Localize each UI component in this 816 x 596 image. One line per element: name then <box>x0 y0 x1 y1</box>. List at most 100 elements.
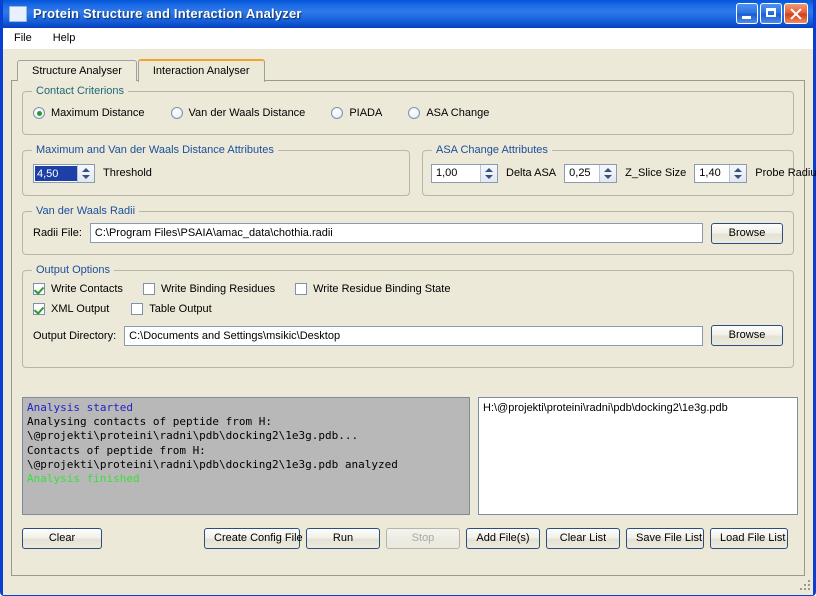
tab-structure-analyser[interactable]: Structure Analyser <box>17 60 137 81</box>
checkbox-label: XML Output <box>51 303 110 315</box>
group-title-contact-criterions: Contact Criterions <box>32 85 129 97</box>
checkbox-write-contacts[interactable]: Write Contacts <box>33 283 123 295</box>
output-options-row-2: XML Output Table Output <box>23 303 793 315</box>
radii-browse-button[interactable]: Browse <box>711 222 783 244</box>
asa-attributes-body: 1,00 Delta ASA 0,25 Z_Slice Size 1,40 Pr… <box>423 151 816 195</box>
group-van-der-waals-radii: Van der Waals Radii Radii File: C:\Progr… <box>22 205 794 255</box>
analysis-log-pane[interactable]: Analysis started Analysing contacts of p… <box>22 397 470 515</box>
maximize-button[interactable] <box>760 3 782 24</box>
menu-bar: File Help <box>3 28 813 49</box>
delta-asa-spinner[interactable]: 1,00 <box>431 163 498 183</box>
radio-piada[interactable]: PIADA <box>331 107 382 119</box>
resize-grip[interactable] <box>798 578 810 590</box>
checkmark-icon <box>142 283 155 295</box>
log-line: Contacts of peptide from H: <box>27 443 206 457</box>
checkbox-write-binding-residues[interactable]: Write Binding Residues <box>142 283 276 295</box>
radio-dot-icon <box>408 107 421 119</box>
z-slice-size-spinner[interactable]: 0,25 <box>564 163 618 183</box>
spinner-down-icon[interactable] <box>730 173 746 182</box>
spinner-down-icon[interactable] <box>481 173 497 182</box>
output-directory-browse-button[interactable]: Browse <box>711 325 783 346</box>
checkmark-icon <box>33 283 45 295</box>
probe-radius-value[interactable]: 1,40 <box>695 164 730 182</box>
checkbox-xml-output[interactable]: XML Output <box>33 303 109 315</box>
radii-file-input[interactable]: C:\Program Files\PSAIA\amac_data\chothia… <box>89 223 703 243</box>
create-config-file-button[interactable]: Create Config File <box>204 527 303 549</box>
log-line: Analysis started <box>27 401 133 414</box>
radio-dot-icon <box>331 107 344 119</box>
save-file-list-button[interactable]: Save File List <box>626 527 704 549</box>
action-button-row: Clear Create Config File Run Stop Add Fi… <box>22 527 788 549</box>
group-title-van-der-waals-radii: Van der Waals Radii <box>32 205 140 217</box>
spinner-up-icon[interactable] <box>78 165 94 174</box>
file-list-pane[interactable]: H:\@projekti\proteini\radni\pdb\docking2… <box>478 397 798 515</box>
menu-item-file[interactable]: File <box>10 30 41 46</box>
load-file-list-button[interactable]: Load File List <box>710 527 788 549</box>
radio-van-der-waals-distance[interactable]: Van der Waals Distance <box>170 107 306 119</box>
run-button[interactable]: Run <box>306 527 380 549</box>
radio-label: Maximum Distance <box>51 107 145 119</box>
checkmark-icon <box>131 303 144 315</box>
clear-button[interactable]: Clear <box>22 527 102 549</box>
tab-strip: Structure Analyser Interaction Analyser <box>11 59 805 82</box>
delta-asa-value[interactable]: 1,00 <box>432 164 480 182</box>
clear-list-button[interactable]: Clear List <box>546 527 620 549</box>
group-distance-attributes: Maximum and Van der Waals Distance Attri… <box>22 144 410 196</box>
window-controls <box>736 3 811 24</box>
log-line: \@projekti\proteini\radni\pdb\docking2\1… <box>27 457 398 471</box>
spinner-down-icon[interactable] <box>600 173 616 182</box>
delta-asa-label: Delta ASA <box>506 167 557 179</box>
client-area: Structure Analyser Interaction Analyser … <box>3 49 816 595</box>
threshold-spinner-arrows[interactable] <box>77 164 94 182</box>
threshold-spinner[interactable]: 4,50 <box>33 163 95 183</box>
threshold-value[interactable]: 4,50 <box>35 165 77 181</box>
checkmark-icon <box>295 283 308 295</box>
radii-file-row: Radii File: C:\Program Files\PSAIA\amac_… <box>23 212 793 254</box>
probe-radius-spinner-arrows[interactable] <box>729 164 747 182</box>
stop-button: Stop <box>386 527 460 549</box>
radii-file-label: Radii File: <box>33 227 82 239</box>
radio-maximum-distance[interactable]: Maximum Distance <box>33 107 145 119</box>
z-slice-size-value[interactable]: 0,25 <box>565 164 600 182</box>
close-button[interactable] <box>784 3 808 24</box>
title-bar: Protein Structure and Interaction Analyz… <box>3 0 813 28</box>
spinner-down-icon[interactable] <box>78 173 94 182</box>
checkmark-icon <box>33 303 45 315</box>
add-files-button[interactable]: Add File(s) <box>466 527 540 549</box>
checkbox-label: Write Binding Residues <box>160 283 276 295</box>
tab-interaction-analyser[interactable]: Interaction Analyser <box>137 59 265 82</box>
checkbox-label: Table Output <box>149 303 212 315</box>
attributes-row: Maximum and Van der Waals Distance Attri… <box>22 144 816 196</box>
radio-asa-change[interactable]: ASA Change <box>408 107 489 119</box>
checkbox-write-residue-binding-state[interactable]: Write Residue Binding State <box>295 283 450 295</box>
probe-radius-label: Probe Radius <box>755 167 816 179</box>
distance-attributes-body: 4,50 Threshold <box>23 151 409 195</box>
group-title-distance-attributes: Maximum and Van der Waals Distance Attri… <box>32 144 278 156</box>
group-title-asa-change-attributes: ASA Change Attributes <box>432 144 552 156</box>
spinner-up-icon[interactable] <box>481 165 497 174</box>
output-directory-label: Output Directory: <box>33 329 117 342</box>
menu-item-help[interactable]: Help <box>49 30 85 46</box>
app-window-icon <box>9 5 27 22</box>
group-title-output-options: Output Options <box>32 264 114 276</box>
spinner-up-icon[interactable] <box>600 165 616 174</box>
delta-asa-spinner-arrows[interactable] <box>480 164 497 182</box>
checkbox-table-output[interactable]: Table Output <box>131 303 212 315</box>
spinner-up-icon[interactable] <box>730 165 746 174</box>
log-line: \@projekti\proteini\radni\pdb\docking2\1… <box>27 429 359 443</box>
output-options-row-1: Write Contacts Write Binding Residues Wr… <box>23 283 793 295</box>
contact-criterion-radio-group: Maximum Distance Van der Waals Distance … <box>23 92 793 134</box>
probe-radius-spinner[interactable]: 1,40 <box>694 163 748 183</box>
minimize-button[interactable] <box>736 3 758 24</box>
window-title: Protein Structure and Interaction Analyz… <box>33 6 302 21</box>
z-slice-size-spinner-arrows[interactable] <box>599 164 617 182</box>
threshold-label: Threshold <box>103 167 152 179</box>
radio-label: Van der Waals Distance <box>188 107 306 119</box>
list-item[interactable]: H:\@projekti\proteini\radni\pdb\docking2… <box>483 401 793 416</box>
tab-panel-interaction-analyser: Contact Criterions Maximum Distance Van … <box>11 80 816 576</box>
application-window: Protein Structure and Interaction Analyz… <box>0 0 816 596</box>
output-directory-input[interactable]: C:\Documents and Settings\msikic\Desktop <box>124 325 703 346</box>
group-output-options: Output Options Write Contacts Write Bind… <box>22 264 794 368</box>
log-line: Analysing contacts of peptide from H: <box>27 415 273 429</box>
radio-dot-icon <box>33 107 45 119</box>
